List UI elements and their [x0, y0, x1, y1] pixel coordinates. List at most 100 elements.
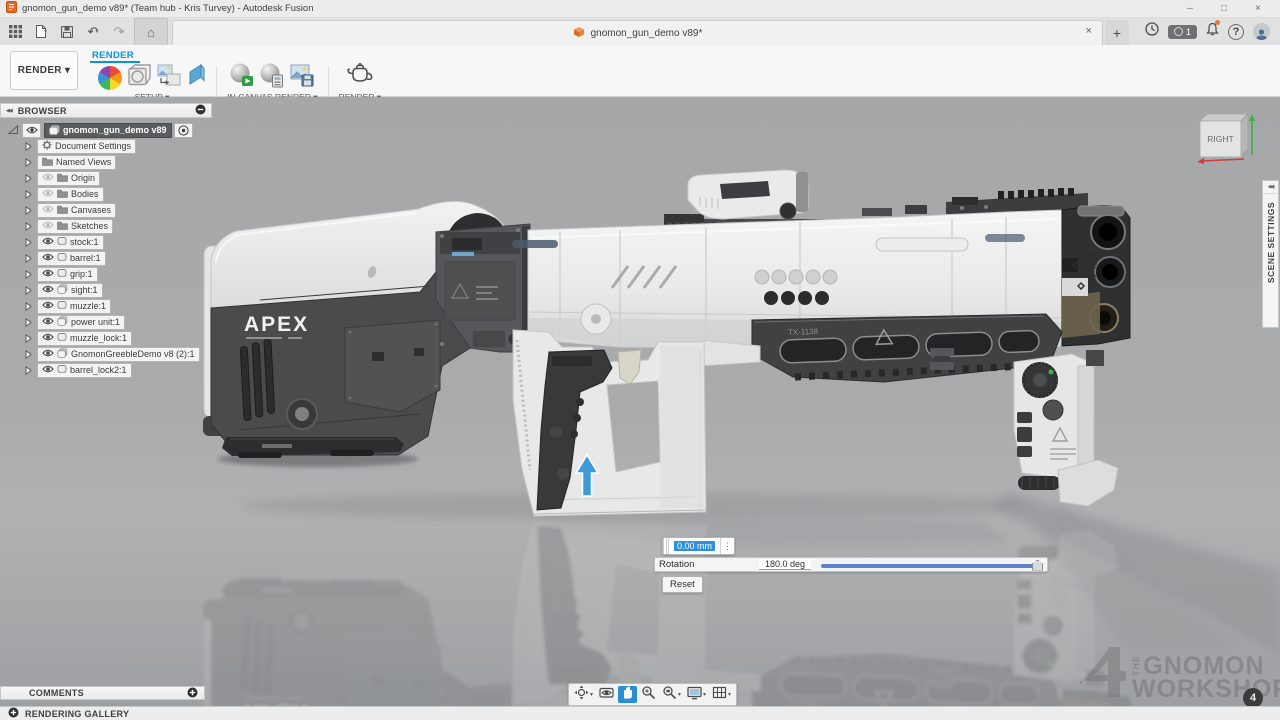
browser-item-bodies[interactable]: Bodies	[37, 187, 104, 202]
visibility-eye-icon[interactable]	[42, 221, 54, 231]
rendering-gallery-bar[interactable]: RENDERING GALLERY	[0, 706, 1280, 720]
maximize-button[interactable]: □	[1208, 0, 1240, 17]
collapse-panel-icon[interactable]: ◀◀	[6, 108, 12, 114]
browser-item-grip-1[interactable]: grip:1	[37, 267, 98, 282]
zoom-window-button[interactable]: ▾	[660, 686, 683, 703]
expander-icon[interactable]	[25, 190, 34, 199]
in-canvas-render-icon[interactable]	[229, 62, 255, 93]
expander-icon[interactable]	[25, 286, 34, 295]
expander-icon[interactable]	[25, 206, 34, 215]
comments-panel-header[interactable]: COMMENTS	[0, 686, 205, 700]
close-window-button[interactable]: ×	[1242, 0, 1274, 17]
visibility-eye-icon[interactable]	[42, 173, 54, 183]
document-tab[interactable]: gnomon_gun_demo v89* ×	[172, 20, 1103, 45]
profile-avatar[interactable]	[1253, 23, 1270, 40]
new-tab-button[interactable]: +	[1105, 20, 1129, 45]
slider-track[interactable]	[821, 564, 1041, 568]
visibility-eye-icon[interactable]	[42, 189, 54, 199]
texture-display-icon[interactable]	[186, 62, 206, 93]
rotation-value-input[interactable]: 180.0 deg	[759, 559, 811, 570]
workspace-selector[interactable]: RENDER ▾	[10, 51, 78, 90]
expander-icon[interactable]	[25, 142, 34, 151]
visibility-eye-icon[interactable]	[42, 253, 54, 263]
browser-item-canvases[interactable]: Canvases	[37, 203, 116, 218]
browser-item-power-unit-1[interactable]: power unit:1	[37, 315, 125, 330]
viewport-canvas[interactable]: APEX	[0, 97, 1280, 706]
browser-item-origin[interactable]: Origin	[37, 171, 100, 186]
minimize-button[interactable]: –	[1174, 0, 1206, 17]
expander-icon[interactable]	[25, 254, 34, 263]
home-view-button[interactable]: ⌂	[134, 18, 168, 45]
appearance-icon[interactable]	[98, 66, 122, 90]
browser-item-barrel-lock2-1[interactable]: barrel_lock2:1	[37, 363, 132, 378]
browser-item-sketches[interactable]: Sketches	[37, 219, 113, 234]
save-button[interactable]	[56, 21, 78, 43]
expander-icon[interactable]	[25, 318, 34, 327]
visibility-eye-icon[interactable]	[42, 205, 54, 215]
browser-item-gnomongreebledemo-v8-2-1[interactable]: GnomonGreebleDemo v8 (2):1	[37, 347, 200, 362]
distance-input[interactable]: 0.00 mm	[669, 538, 720, 554]
expander-icon[interactable]	[25, 334, 34, 343]
ribbon-tab-render[interactable]: RENDER	[90, 49, 140, 63]
activate-component-radio[interactable]	[174, 123, 193, 138]
expander-icon[interactable]	[25, 174, 34, 183]
browser-item-stock-1[interactable]: stock:1	[37, 235, 104, 250]
browser-item-document-settings[interactable]: Document Settings	[37, 139, 136, 154]
expander-icon[interactable]	[25, 158, 34, 167]
browser-item-named-views[interactable]: Named Views	[37, 155, 116, 170]
browser-item-sight-1[interactable]: sight:1	[37, 283, 103, 298]
visibility-eye-icon[interactable]	[42, 333, 54, 343]
expander-icon[interactable]	[25, 302, 34, 311]
browser-header[interactable]: ◀◀ BROWSER	[0, 103, 212, 118]
visibility-eye-icon[interactable]	[42, 301, 54, 311]
notifications-button[interactable]	[1206, 22, 1219, 41]
app-grid-icon[interactable]	[4, 21, 26, 43]
rotation-slider[interactable]	[819, 558, 1043, 571]
visibility-eye-icon[interactable]	[42, 365, 54, 375]
visibility-eye-icon[interactable]	[42, 269, 54, 279]
browser-item-muzzle-1[interactable]: muzzle:1	[37, 299, 111, 314]
pan-button[interactable]	[618, 686, 637, 703]
expander-icon[interactable]	[25, 366, 34, 375]
browser-item-root[interactable]: gnomon_gun_demo v89	[44, 123, 172, 138]
new-design-button[interactable]: ▾	[30, 21, 52, 43]
browser-item-muzzle-lock-1[interactable]: muzzle_lock:1	[37, 331, 132, 346]
expander-icon[interactable]	[25, 350, 34, 359]
orbit-button[interactable]: ▾	[572, 686, 595, 703]
expander-icon[interactable]	[25, 238, 34, 247]
in-canvas-render-settings-icon[interactable]	[259, 62, 285, 93]
visibility-eye-icon[interactable]	[42, 317, 54, 327]
visibility-eye-icon[interactable]	[42, 237, 54, 247]
expander-open-icon[interactable]	[8, 125, 20, 135]
reset-button[interactable]: Reset	[662, 576, 703, 593]
expand-comments-icon[interactable]	[187, 687, 198, 700]
browser-item-barrel-1[interactable]: barrel:1	[37, 251, 106, 266]
expander-icon[interactable]	[25, 270, 34, 279]
rotation-slider-handle[interactable]	[1032, 560, 1043, 571]
expander-icon[interactable]	[25, 222, 34, 231]
texture-map-icon[interactable]	[156, 62, 182, 93]
undo-button[interactable]: ↶ ▾	[82, 21, 104, 43]
extensions-icon[interactable]	[1145, 22, 1159, 41]
redo-button[interactable]: ↷ ▾	[108, 21, 130, 43]
browser-root-row[interactable]: gnomon_gun_demo v89	[0, 122, 212, 138]
capture-image-icon[interactable]	[289, 62, 315, 93]
visibility-eye-icon[interactable]	[42, 285, 54, 295]
look-at-button[interactable]	[597, 686, 616, 703]
display-settings-button[interactable]: ▾	[685, 686, 708, 703]
visibility-eye-icon[interactable]	[22, 123, 41, 138]
scene-settings-icon[interactable]	[126, 62, 152, 93]
expand-gallery-icon[interactable]	[8, 707, 19, 720]
zoom-button[interactable]	[639, 686, 658, 703]
help-button[interactable]: ?	[1228, 24, 1244, 40]
collapse-panel-icon[interactable]: ◀◀	[1263, 181, 1278, 194]
render-teapot-icon[interactable]	[344, 62, 376, 93]
job-status-badge[interactable]: 1	[1168, 25, 1197, 39]
close-tab-icon[interactable]: ×	[1086, 25, 1092, 37]
kebab-menu-icon[interactable]: ⋮	[720, 538, 734, 554]
visibility-eye-icon[interactable]	[42, 349, 54, 359]
grid-settings-button[interactable]: ▾	[710, 686, 733, 703]
viewcube[interactable]: RIGHT	[1190, 109, 1262, 171]
scene-settings-panel-tab[interactable]: ◀◀ SCENE SETTINGS	[1262, 180, 1279, 328]
browser-display-toggle-icon[interactable]	[195, 104, 206, 117]
